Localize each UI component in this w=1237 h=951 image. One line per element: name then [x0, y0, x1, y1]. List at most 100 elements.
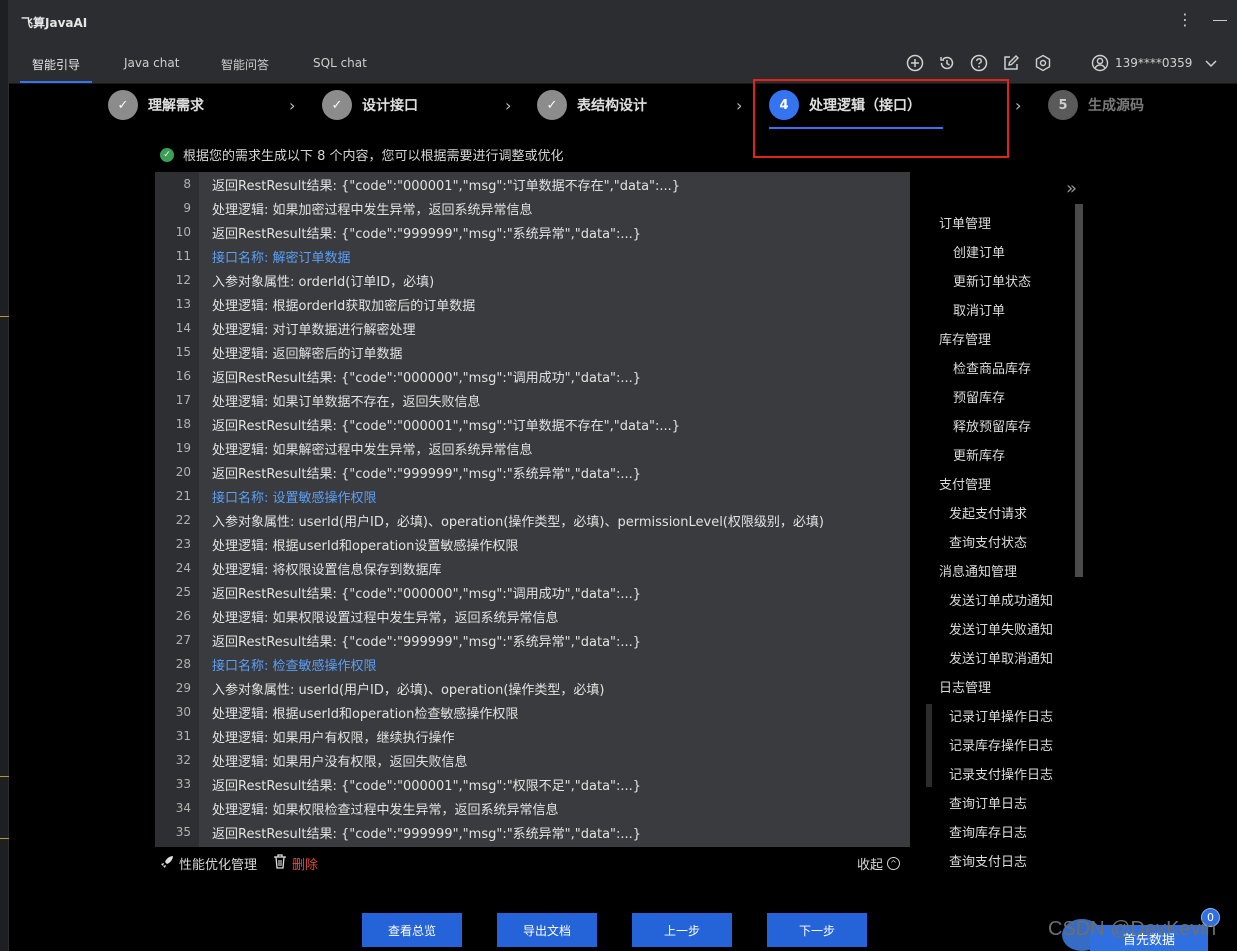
toc-scrollbar[interactable]	[1075, 204, 1083, 577]
toc-item[interactable]: 发起支付请求	[922, 498, 1072, 527]
code-line[interactable]: 33 返回RestResult结果: {"code":"000001","msg"…	[155, 772, 910, 796]
toc-group[interactable]: 支付管理	[922, 469, 1072, 498]
code-line[interactable]: 13 处理逻辑: 根据orderId获取加密后的订单数据	[155, 292, 910, 316]
toc-item[interactable]: 更新订单状态	[922, 266, 1072, 295]
more-options-icon[interactable]: ⋮	[1177, 10, 1193, 29]
code-line[interactable]: 22 入参对象属性: userId(用户ID，必填)、operation(操作类型…	[155, 508, 910, 532]
toc-item[interactable]: 释放预留库存	[922, 411, 1072, 440]
code-line[interactable]: 27 返回RestResult结果: {"code":"999999","msg"…	[155, 628, 910, 652]
toc-item[interactable]: 发送订单取消通知	[922, 643, 1072, 672]
code-line[interactable]: 26 处理逻辑: 如果权限设置过程中发生异常，返回系统异常信息	[155, 604, 910, 628]
line-text: 返回RestResult结果: {"code":"000001","msg":"…	[212, 178, 681, 194]
code-line[interactable]: 18 返回RestResult结果: {"code":"000001","msg"…	[155, 412, 910, 436]
toc-item[interactable]: 更新库存	[922, 440, 1072, 469]
code-line[interactable]: 23 处理逻辑: 根据userId和operation设置敏感操作权限	[155, 532, 910, 556]
step-generate-source[interactable]: 5 生成源码	[1048, 90, 1144, 120]
chevron-down-icon[interactable]	[1204, 56, 1218, 70]
line-text: 入参对象属性: userId(用户ID，必填)、operation(操作类型，必…	[212, 514, 824, 530]
tab-smart-qa[interactable]: 智能问答	[221, 56, 269, 73]
user-icon	[1091, 54, 1109, 72]
toc-group[interactable]: 库存管理	[922, 324, 1072, 353]
line-number: 25	[175, 585, 191, 599]
help-icon[interactable]	[969, 53, 989, 73]
logic-editor[interactable]: 8 返回RestResult结果: {"code":"000001","msg":…	[155, 172, 910, 847]
toc-item[interactable]: 创建订单	[922, 237, 1072, 266]
code-line[interactable]: 25 返回RestResult结果: {"code":"000000","msg"…	[155, 580, 910, 604]
step-design-interface[interactable]: ✓ 设计接口	[322, 90, 418, 120]
history-icon[interactable]	[937, 53, 957, 73]
user-phone: 139****0359	[1115, 56, 1193, 70]
api-name-line[interactable]: 11 接口名称: 解密订单数据	[155, 244, 910, 268]
line-text: 处理逻辑: 返回解密后的订单数据	[212, 346, 403, 362]
step-label: 表结构设计	[577, 98, 647, 114]
plus-circle-icon[interactable]	[905, 53, 925, 73]
line-number: 35	[175, 825, 191, 839]
editor-edge	[0, 0, 9, 951]
collapse-button[interactable]: 收起 ^	[857, 854, 901, 873]
notice-text: 根据您的需求生成以下 8 个内容，您可以根据需要进行调整或优化	[183, 149, 564, 164]
code-line[interactable]: 29 入参对象属性: userId(用户ID，必填)、operation(操作类型…	[155, 676, 910, 700]
step-label: 设计接口	[362, 98, 418, 114]
tab-sql-chat[interactable]: SQL chat	[313, 56, 367, 70]
minimize-icon[interactable]	[1213, 20, 1227, 21]
previous-step-button[interactable]: 上一步	[632, 913, 732, 947]
code-line[interactable]: 10 返回RestResult结果: {"code":"999999","msg"…	[155, 220, 910, 244]
code-line[interactable]: 19 处理逻辑: 如果解密过程中发生异常，返回系统异常信息	[155, 436, 910, 460]
code-line[interactable]: 17 处理逻辑: 如果订单数据不存在，返回失败信息	[155, 388, 910, 412]
code-line[interactable]: 14 处理逻辑: 对订单数据进行解密处理	[155, 316, 910, 340]
code-line[interactable]: 15 处理逻辑: 返回解密后的订单数据	[155, 340, 910, 364]
toc-item[interactable]: 取消订单	[922, 295, 1072, 324]
performance-optimization-button[interactable]: 性能优化管理	[160, 854, 257, 873]
chevron-right-icon: ›	[1015, 96, 1022, 115]
code-line[interactable]: 16 返回RestResult结果: {"code":"000000","msg"…	[155, 364, 910, 388]
code-line[interactable]: 8 返回RestResult结果: {"code":"000001","msg":…	[155, 172, 910, 196]
toc-item[interactable]: 记录支付操作日志	[922, 759, 1072, 788]
line-text: 处理逻辑: 根据userId和operation检查敏感操作权限	[212, 706, 519, 722]
toc-item[interactable]: 记录订单操作日志	[922, 701, 1072, 730]
code-line[interactable]: 24 处理逻辑: 将权限设置信息保存到数据库	[155, 556, 910, 580]
toc-item[interactable]: 检查商品库存	[922, 353, 1072, 382]
delete-button[interactable]: 删除	[273, 854, 318, 873]
check-circle-icon: ✓	[160, 147, 174, 162]
code-line[interactable]: 12 入参对象属性: orderId(订单ID，必填)	[155, 268, 910, 292]
line-number: 31	[175, 729, 191, 743]
tab-smart-guide[interactable]: 智能引导	[32, 56, 80, 73]
toc-item[interactable]: 查询订单日志	[922, 788, 1072, 817]
toc-item[interactable]: 记录库存操作日志	[922, 730, 1072, 759]
toc-item[interactable]: 查询库存日志	[922, 817, 1072, 846]
edit-icon[interactable]	[1001, 53, 1021, 73]
line-number: 16	[175, 369, 191, 383]
code-line[interactable]: 31 处理逻辑: 如果用户有权限，继续执行操作	[155, 724, 910, 748]
user-menu[interactable]: 139****0359	[1091, 54, 1218, 72]
line-number: 34	[175, 801, 191, 815]
line-text: 接口名称: 解密订单数据	[212, 250, 351, 266]
line-text: 接口名称: 检查敏感操作权限	[212, 658, 377, 674]
toc-item[interactable]: 发送订单失败通知	[922, 614, 1072, 643]
line-number: 21	[175, 489, 191, 503]
code-line[interactable]: 9 处理逻辑: 如果加密过程中发生异常，返回系统异常信息	[155, 196, 910, 220]
tab-java-chat[interactable]: Java chat	[124, 56, 179, 70]
toc-group[interactable]: 订单管理	[922, 208, 1072, 237]
double-chevron-right-icon[interactable]: »	[1066, 178, 1077, 199]
code-line[interactable]: 35 返回RestResult结果: {"code":"999999","msg"…	[155, 820, 910, 844]
step-table-design[interactable]: ✓ 表结构设计	[537, 90, 647, 120]
toc-item[interactable]: 查询支付日志	[922, 846, 1072, 875]
code-line[interactable]: 34 处理逻辑: 如果权限检查过程中发生异常，返回系统异常信息	[155, 796, 910, 820]
api-name-line[interactable]: 28 接口名称: 检查敏感操作权限	[155, 652, 910, 676]
next-step-button[interactable]: 下一步	[767, 913, 867, 947]
export-document-button[interactable]: 导出文档	[497, 913, 597, 947]
code-line[interactable]: 20 返回RestResult结果: {"code":"999999","msg"…	[155, 460, 910, 484]
toc-group[interactable]: 消息通知管理	[922, 556, 1072, 585]
toc-item[interactable]: 查询支付状态	[922, 527, 1072, 556]
toc-group[interactable]: 日志管理	[922, 672, 1072, 701]
toc-item[interactable]: 发送订单成功通知	[922, 585, 1072, 614]
toc-item[interactable]: 预留库存	[922, 382, 1072, 411]
settings-icon[interactable]	[1033, 53, 1053, 73]
step-understand-requirements[interactable]: ✓ 理解需求	[108, 90, 204, 120]
code-line[interactable]: 30 处理逻辑: 根据userId和operation检查敏感操作权限	[155, 700, 910, 724]
title-bar: 飞算JavaAI ⋮	[9, 0, 1237, 42]
api-name-line[interactable]: 21 接口名称: 设置敏感操作权限	[155, 484, 910, 508]
view-overview-button[interactable]: 查看总览	[362, 913, 462, 947]
code-line[interactable]: 32 处理逻辑: 如果用户没有权限，返回失败信息	[155, 748, 910, 772]
line-number: 30	[175, 705, 191, 719]
